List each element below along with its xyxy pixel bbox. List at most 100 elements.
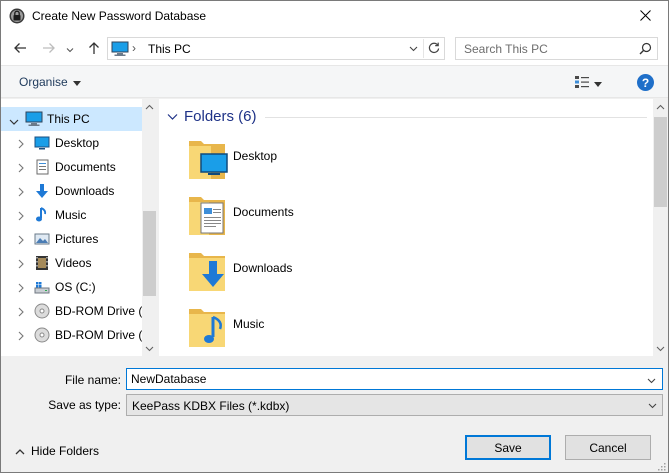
arrow-right-icon <box>42 42 56 57</box>
downloads-folder-icon <box>187 247 229 295</box>
content-scroll-thumb[interactable] <box>654 117 667 207</box>
chevron-right-icon[interactable] <box>17 282 25 293</box>
title-bar: Create New Password Database <box>1 1 668 33</box>
nav-item-pictures[interactable]: Pictures <box>1 227 142 251</box>
nav-item-documents[interactable]: Documents <box>1 155 142 179</box>
chevron-right-icon[interactable] <box>17 138 25 149</box>
resize-grip-icon[interactable] <box>656 460 666 471</box>
nav-scroll-thumb[interactable] <box>143 211 156 296</box>
save-type-label: Save as type: <box>48 398 121 412</box>
chevron-right-icon[interactable] <box>17 258 25 269</box>
breadcrumb-this-pc[interactable]: This PC <box>148 42 191 56</box>
address-bar[interactable]: › This PC <box>107 37 445 60</box>
file-list-pane: Folders (6) Desktop Documents Downloads … <box>159 99 668 356</box>
change-view-button[interactable] <box>574 74 610 92</box>
videos-icon <box>34 255 50 271</box>
chevron-right-icon[interactable] <box>17 306 25 317</box>
hide-folders-label: Hide Folders <box>31 444 100 458</box>
search-input[interactable] <box>456 38 636 59</box>
chevron-expanded-icon[interactable] <box>9 115 19 125</box>
scroll-up-arrow-icon[interactable] <box>142 99 157 114</box>
scroll-up-arrow-icon[interactable] <box>653 99 668 114</box>
chevron-right-icon[interactable] <box>17 234 25 245</box>
folder-item-desktop[interactable]: Desktop <box>183 135 483 191</box>
nav-item-music[interactable]: Music <box>1 203 142 227</box>
chevron-right-icon[interactable] <box>17 162 25 173</box>
help-button[interactable]: ? <box>637 74 654 91</box>
folder-label: Music <box>233 317 265 331</box>
breadcrumb-separator: › <box>132 41 136 55</box>
caret-down-icon <box>72 75 81 89</box>
disc-icon <box>34 303 50 319</box>
nav-item-downloads[interactable]: Downloads <box>1 179 142 203</box>
nav-label: Music <box>55 208 87 222</box>
close-button[interactable] <box>622 1 668 32</box>
desktop-icon <box>34 135 50 151</box>
music-icon <box>34 207 50 223</box>
folder-label: Desktop <box>233 149 278 163</box>
folder-item-downloads[interactable]: Downloads <box>183 247 483 303</box>
dialog-footer: Hide Folders Save Cancel <box>1 419 668 472</box>
hide-folders-button[interactable]: Hide Folders <box>15 444 99 458</box>
file-name-history-button[interactable] <box>647 373 656 387</box>
cancel-button[interactable]: Cancel <box>565 435 651 460</box>
save-type-value: KeePass KDBX Files (*.kdbx) <box>132 399 290 413</box>
nav-item-os-drive[interactable]: OS (C:) <box>1 275 142 299</box>
nav-label: Videos <box>55 256 92 270</box>
keepass-lock-icon <box>9 8 25 24</box>
refresh-icon <box>428 41 440 57</box>
save-dialog: Create New Password Database › This PC S… <box>0 0 669 473</box>
folder-item-music[interactable]: Music <box>183 303 483 356</box>
up-button[interactable] <box>84 39 104 59</box>
content-scrollbar[interactable] <box>653 99 668 356</box>
refresh-button[interactable] <box>423 39 443 58</box>
nav-label: BD-ROM Drive (I <box>55 328 146 342</box>
save-form: File name: Save as type: KeePass KDBX Fi… <box>1 357 668 419</box>
recent-locations-button[interactable] <box>63 39 77 59</box>
search-box <box>455 37 658 60</box>
nav-item-desktop[interactable]: Desktop <box>1 131 142 155</box>
caret-down-icon <box>594 76 602 90</box>
address-row: › This PC <box>1 33 668 65</box>
chevron-down-icon <box>646 400 658 412</box>
nav-item-this-pc[interactable]: This PC <box>1 107 142 131</box>
folder-label: Downloads <box>233 261 293 275</box>
address-history-button[interactable] <box>406 41 420 57</box>
group-divider <box>265 117 647 118</box>
search-icon[interactable] <box>639 42 652 58</box>
folders-group-header[interactable]: Folders (6) <box>167 108 257 125</box>
nav-label: Pictures <box>55 232 99 246</box>
save-label: Save <box>494 440 522 455</box>
chevron-right-icon[interactable] <box>17 210 25 221</box>
nav-item-bd-rom-drive-1[interactable]: BD-ROM Drive (I <box>1 299 146 323</box>
details-view-icon <box>574 75 590 92</box>
desktop-folder-icon <box>187 135 229 183</box>
nav-label: BD-ROM Drive (I <box>55 304 146 318</box>
nav-item-bd-rom-drive-2[interactable]: BD-ROM Drive (I <box>1 323 146 347</box>
chevron-right-icon[interactable] <box>17 186 25 197</box>
nav-scrollbar[interactable] <box>142 99 157 356</box>
back-button[interactable] <box>10 39 30 59</box>
nav-label: Downloads <box>55 184 115 198</box>
command-bar: Organise ? <box>1 65 668 98</box>
save-type-select[interactable]: KeePass KDBX Files (*.kdbx) <box>126 394 663 416</box>
nav-label: Documents <box>55 160 116 174</box>
window-title: Create New Password Database <box>32 9 207 23</box>
computer-icon <box>111 41 129 60</box>
file-name-label: File name: <box>64 373 121 387</box>
chevron-right-icon[interactable] <box>17 330 25 341</box>
scroll-down-arrow-icon[interactable] <box>653 341 668 356</box>
organise-button[interactable]: Organise <box>19 75 81 89</box>
forward-button[interactable] <box>39 39 59 59</box>
nav-item-videos[interactable]: Videos <box>1 251 142 275</box>
computer-icon <box>25 111 43 127</box>
chevron-down-icon <box>167 108 178 125</box>
scroll-down-arrow-icon[interactable] <box>142 341 157 356</box>
file-name-input[interactable] <box>126 368 663 390</box>
nav-label: This PC <box>47 112 90 126</box>
drive-icon <box>34 279 50 295</box>
folder-item-documents[interactable]: Documents <box>183 191 483 247</box>
arrow-up-icon <box>88 41 100 58</box>
save-button[interactable]: Save <box>465 435 551 460</box>
cancel-label: Cancel <box>589 440 627 455</box>
